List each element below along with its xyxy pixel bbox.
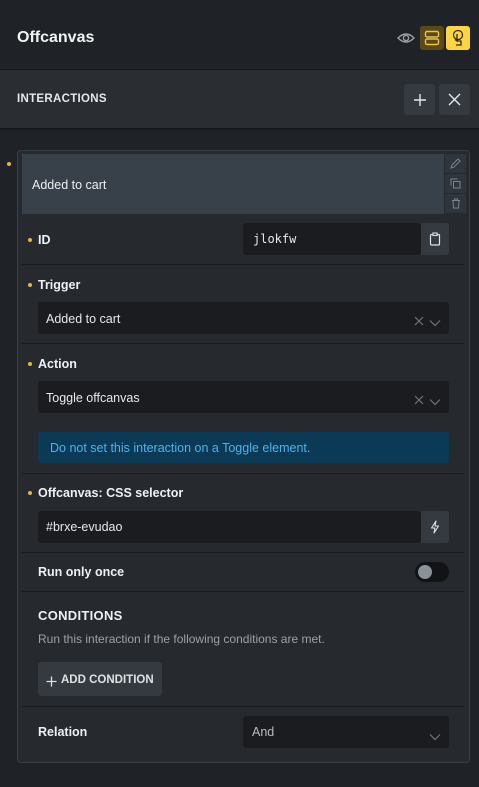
copy-id-button[interactable]: [421, 223, 449, 255]
add-interaction-button[interactable]: [404, 84, 435, 115]
css-selector-value: #brxe-evudao: [46, 520, 123, 534]
add-condition-label: ADD CONDITION: [61, 674, 154, 686]
info-notice-text: Do not set this interaction on a Toggle …: [50, 441, 311, 455]
action-label: Action: [38, 357, 77, 371]
clear-icon[interactable]: [414, 313, 424, 331]
id-value: jlokfw: [253, 232, 297, 246]
drag-handle[interactable]: [7, 162, 11, 166]
bolt-icon: [430, 520, 440, 534]
id-label: ID: [38, 233, 51, 247]
duplicate-icon[interactable]: [445, 174, 466, 194]
delete-icon[interactable]: [445, 194, 466, 214]
action-value: Toggle offcanvas: [46, 391, 140, 405]
interaction-icon[interactable]: [446, 26, 470, 50]
interactions-label: INTERACTIONS: [17, 93, 107, 105]
close-icon: [448, 93, 461, 106]
modified-indicator: [28, 491, 32, 495]
clear-icon[interactable]: [414, 392, 424, 410]
trigger-value: Added to cart: [46, 312, 121, 326]
plus-icon: [46, 674, 57, 692]
eye-icon[interactable]: [394, 26, 418, 50]
modified-indicator: [28, 283, 32, 287]
toggle-knob: [418, 565, 432, 579]
chevron-down-icon[interactable]: [429, 393, 441, 411]
chevron-down-icon[interactable]: [429, 314, 441, 332]
conditions-description: Run this interaction if the following co…: [38, 632, 325, 646]
css-selector-label: Offcanvas: CSS selector: [38, 486, 184, 500]
layout-toggle-icon[interactable]: [420, 26, 444, 50]
trigger-label: Trigger: [38, 278, 81, 292]
clipboard-icon: [429, 232, 441, 246]
modified-indicator: [28, 362, 32, 366]
edit-icon[interactable]: [445, 154, 466, 174]
panel-title: Offcanvas: [17, 29, 95, 46]
run-once-label: Run only once: [38, 565, 125, 579]
modified-indicator: [28, 238, 32, 242]
interaction-item-title: Added to cart: [32, 178, 107, 192]
chevron-down-icon[interactable]: [429, 728, 441, 746]
close-button[interactable]: [439, 84, 470, 115]
plus-icon: [413, 93, 426, 106]
dynamic-data-button[interactable]: [421, 511, 449, 543]
relation-value: And: [252, 725, 275, 739]
relation-label: Relation: [38, 725, 88, 739]
conditions-title: CONDITIONS: [38, 608, 123, 623]
